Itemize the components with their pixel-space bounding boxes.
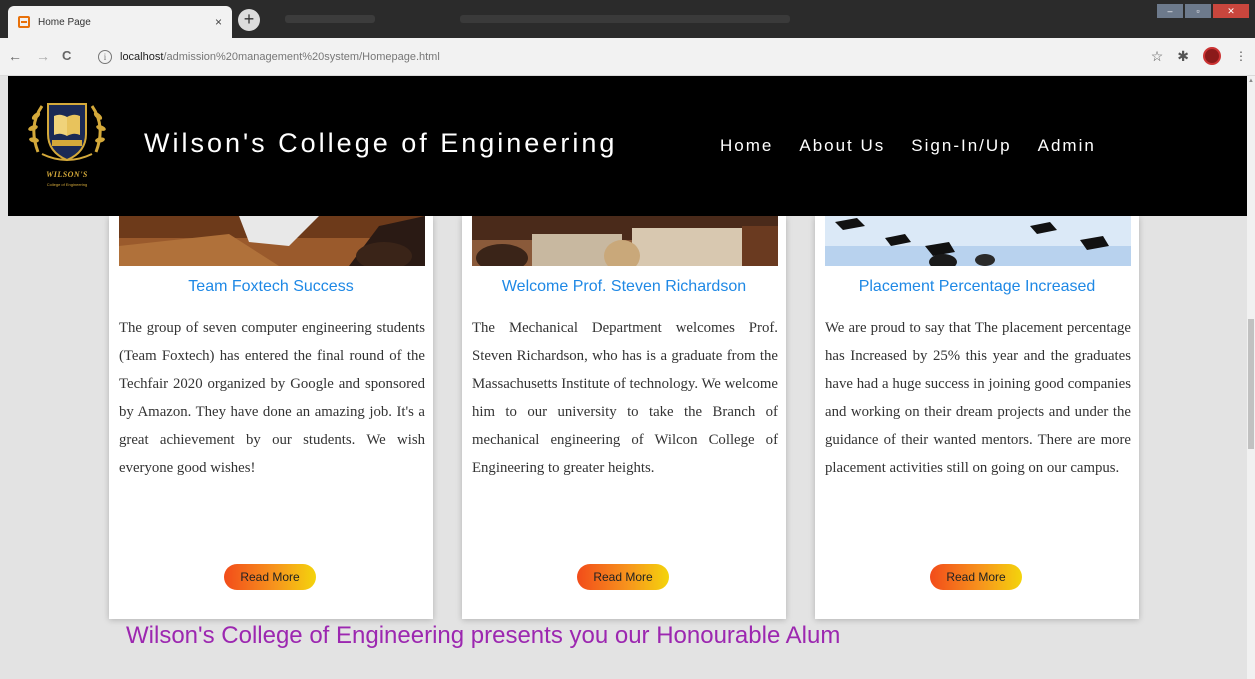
tab-title: Home Page <box>38 16 91 28</box>
nav-sign-in-up[interactable]: Sign-In/Up <box>911 136 1011 156</box>
blurred-tab[interactable] <box>285 15 375 23</box>
news-card-placement: Placement Percentage Increased We are pr… <box>815 216 1139 619</box>
url-host: localhost <box>120 51 164 63</box>
url-field[interactable]: i localhost/admission%20management%20sys… <box>98 44 1128 70</box>
info-icon[interactable]: i <box>98 50 112 64</box>
browser-tab[interactable]: Home Page × <box>8 6 232 38</box>
card-text: The group of seven computer engineering … <box>119 320 425 476</box>
new-tab-button[interactable]: + <box>238 9 260 31</box>
nav-home[interactable]: Home <box>720 136 773 156</box>
page-favicon-icon <box>18 16 30 28</box>
bookmark-star-icon[interactable]: ☆ <box>1151 48 1164 65</box>
extensions-icon[interactable]: ✱ <box>1177 48 1189 65</box>
read-more-button[interactable]: Read More <box>577 564 669 590</box>
page-viewport: WILSON'S College of Engineering Wilson's… <box>8 76 1247 679</box>
forward-arrow-icon[interactable]: → <box>36 48 50 64</box>
card-text: The Mechanical Department welcomes Prof.… <box>472 320 778 476</box>
url-text: localhost/admission%20management%20syste… <box>120 51 440 63</box>
address-bar: ← → C i localhost/admission%20management… <box>0 38 1255 76</box>
scroll-thumb[interactable] <box>1248 319 1254 449</box>
profile-avatar-icon[interactable] <box>1203 47 1221 65</box>
card-image <box>472 216 778 266</box>
read-more-button[interactable]: Read More <box>224 564 316 590</box>
logo-text: WILSON'S <box>46 170 88 179</box>
site-title: Wilson's College of Engineering <box>144 128 618 158</box>
crest-icon <box>28 103 106 162</box>
logo-subtext: College of Engineering <box>46 182 88 187</box>
url-path: /admission%20management%20system/Homepag… <box>163 51 440 63</box>
reload-icon[interactable]: C <box>62 48 71 63</box>
nav-about-us[interactable]: About Us <box>799 136 885 156</box>
card-title[interactable]: Placement Percentage Increased <box>815 278 1139 296</box>
back-arrow-icon[interactable]: ← <box>8 48 22 64</box>
card-title[interactable]: Welcome Prof. Steven Richardson <box>462 278 786 296</box>
toolbar-icons: ☆ ✱ ⋮ <box>1137 47 1247 65</box>
window-controls: – ▫ ✕ <box>1155 4 1249 18</box>
browser-tab-bar: Home Page × + – ▫ ✕ <box>0 0 1255 38</box>
alumni-section-heading: Wilson's College of Engineering presents… <box>126 622 841 649</box>
site-header: WILSON'S College of Engineering Wilson's… <box>8 76 1247 216</box>
menu-kebab-icon[interactable]: ⋮ <box>1235 49 1247 63</box>
college-logo[interactable]: WILSON'S College of Engineering <box>22 94 112 194</box>
blurred-tab[interactable] <box>460 15 790 23</box>
news-card-foxtech: Team Foxtech Success The group of seven … <box>109 216 433 619</box>
minimize-icon[interactable]: – <box>1157 4 1183 18</box>
main-nav: Home About Us Sign-In/Up Admin <box>720 136 1122 156</box>
news-card-richardson: Welcome Prof. Steven Richardson The Mech… <box>462 216 786 619</box>
tab-close-icon[interactable]: × <box>215 15 222 29</box>
card-image <box>119 216 425 266</box>
card-title[interactable]: Team Foxtech Success <box>109 278 433 296</box>
scroll-up-arrow-icon[interactable]: ▲ <box>1248 78 1254 84</box>
nav-admin[interactable]: Admin <box>1038 136 1096 156</box>
read-more-button[interactable]: Read More <box>930 564 1022 590</box>
window-close-icon[interactable]: ✕ <box>1213 4 1249 18</box>
page-scrollbar[interactable]: ▲ <box>1247 76 1255 679</box>
card-text: We are proud to say that The placement p… <box>825 320 1131 476</box>
card-image <box>825 216 1131 266</box>
maximize-icon[interactable]: ▫ <box>1185 4 1211 18</box>
